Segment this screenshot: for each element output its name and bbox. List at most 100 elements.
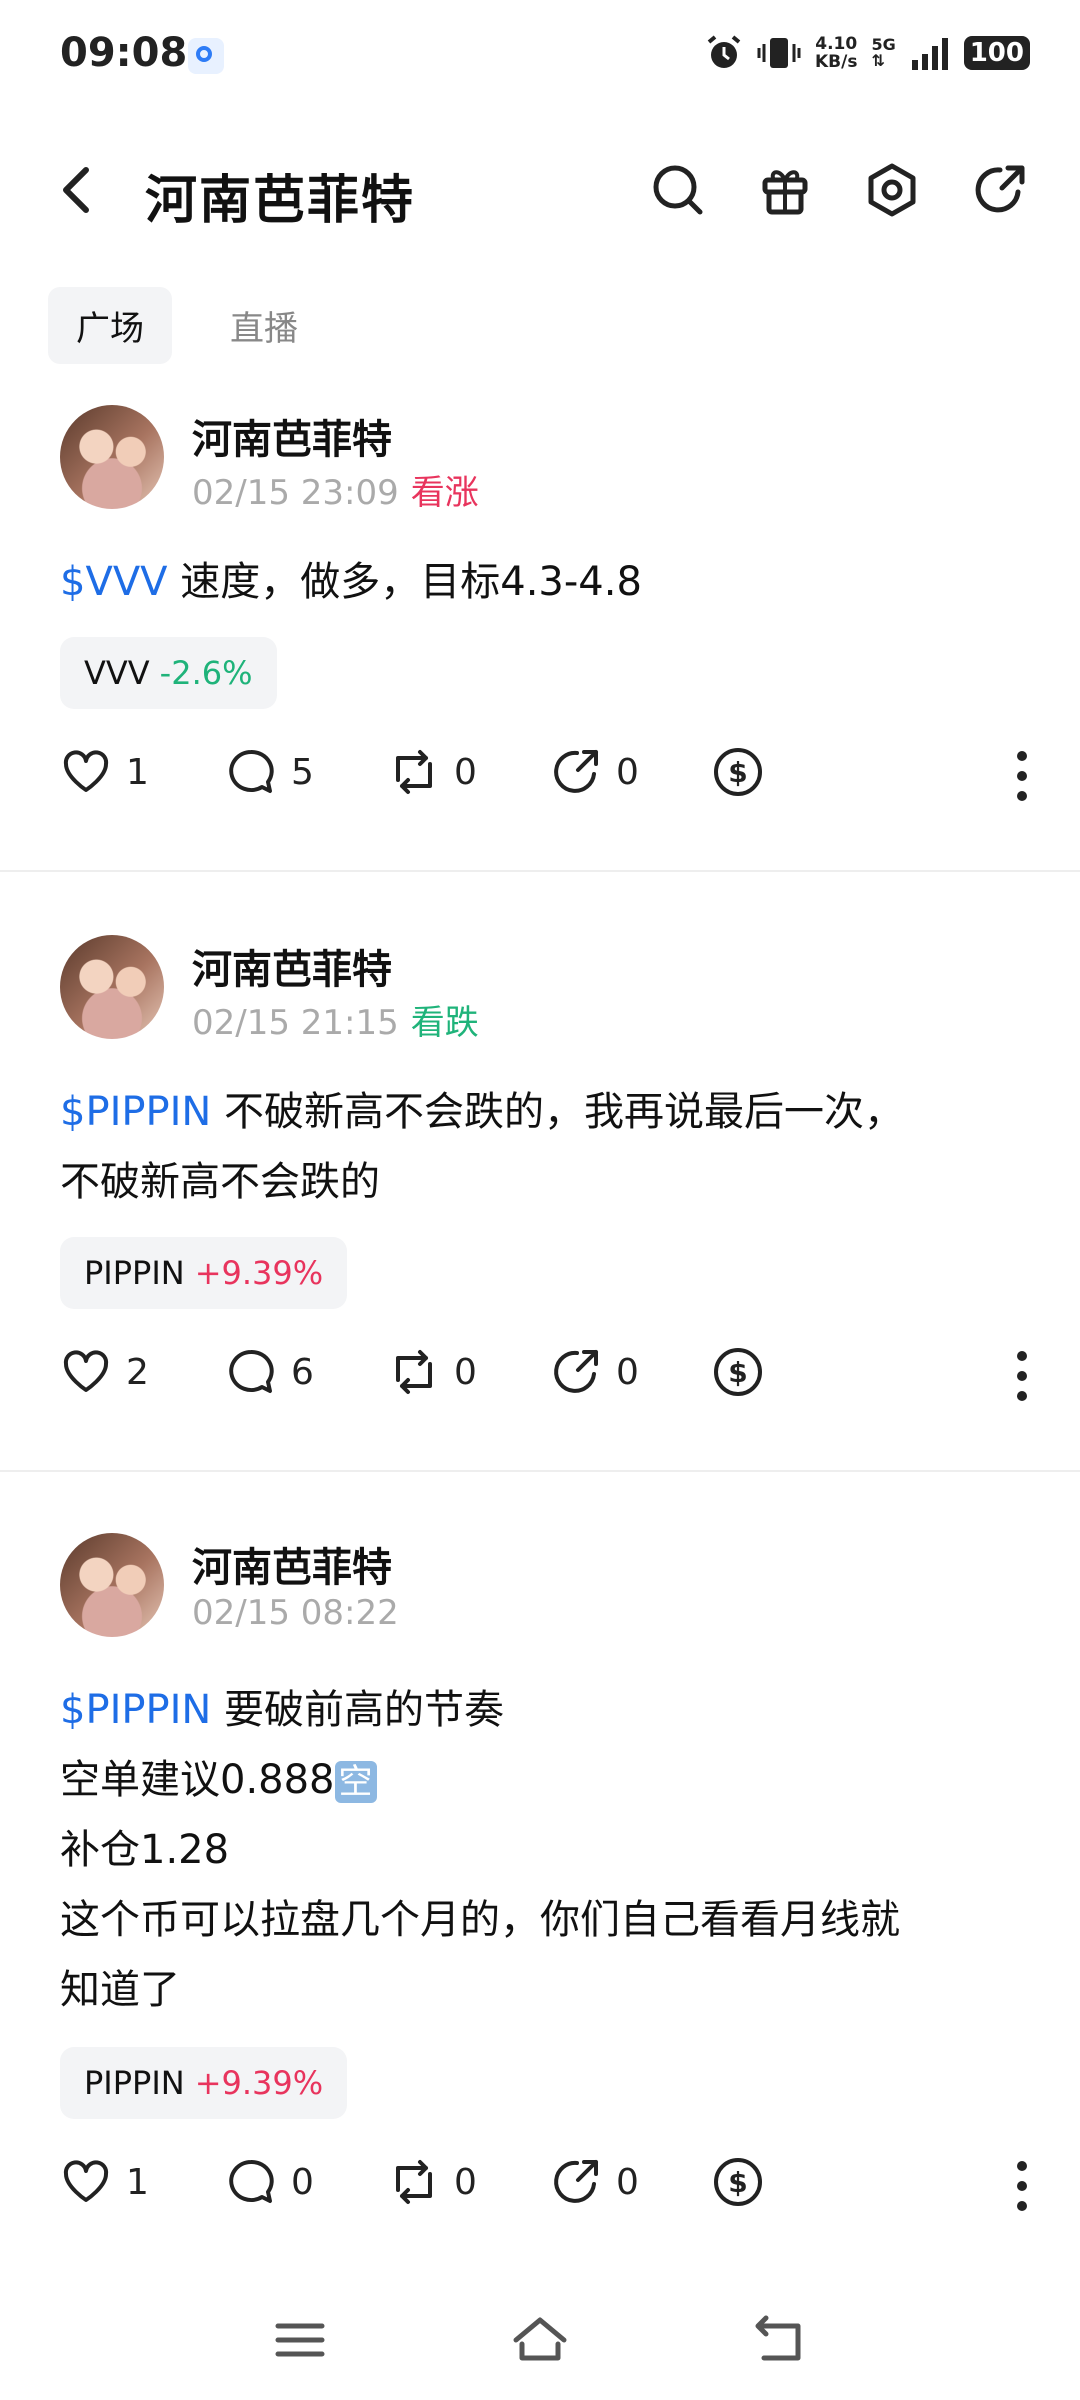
settings-icon[interactable] — [864, 162, 920, 218]
like-button[interactable]: 1 — [60, 746, 149, 798]
comment-button[interactable]: 5 — [225, 746, 314, 798]
coin-chip[interactable]: PIPPIN +9.39% — [60, 2047, 348, 2119]
like-count: 1 — [126, 2161, 149, 2203]
share-button[interactable]: 0 — [550, 2156, 639, 2208]
share-count: 0 — [616, 2161, 639, 2203]
post-username[interactable]: 河南芭菲特 — [192, 407, 392, 465]
ticker-link[interactable]: $PIPPIN — [60, 1089, 211, 1135]
post-username[interactable]: 河南芭菲特 — [192, 1535, 392, 1593]
menu-icon[interactable] — [270, 2310, 330, 2370]
share-count: 0 — [616, 1351, 639, 1393]
heart-icon — [63, 750, 109, 792]
coin-symbol: VVV — [84, 654, 150, 692]
share-button[interactable]: 0 — [550, 746, 639, 798]
repost-count: 0 — [454, 751, 477, 793]
tab-plaza[interactable]: 广场 — [48, 287, 172, 364]
tip-button[interactable]: $ — [712, 2156, 764, 2208]
post-time: 02/15 23:09 — [192, 473, 399, 513]
post-meta: 02/15 23:09 看涨 — [192, 465, 479, 514]
coin-symbol: PIPPIN — [84, 2064, 185, 2102]
post-username[interactable]: 河南芭菲特 — [192, 937, 392, 995]
signal-icon — [911, 38, 948, 70]
repost-button[interactable]: 0 — [388, 1346, 477, 1398]
more-options-icon[interactable] — [1012, 1346, 1032, 1406]
network-type: 5G ⇅ — [871, 37, 895, 69]
sentiment-badge: 看跌 — [410, 1003, 479, 1043]
emoji-kong-icon: 空 — [334, 1761, 377, 1803]
avatar[interactable] — [60, 405, 164, 509]
comment-icon — [229, 749, 274, 793]
more-options-icon[interactable] — [1012, 2156, 1032, 2216]
repost-button[interactable]: 0 — [388, 746, 477, 798]
post-meta: 02/15 21:15 看跌 — [192, 995, 479, 1044]
post-content[interactable]: $PIPPIN 不破新高不会跌的，我再说最后一次， 不破新高不会跌的 — [60, 1077, 1020, 1217]
share-button[interactable]: 0 — [550, 1346, 639, 1398]
divider — [0, 870, 1080, 872]
like-count: 2 — [126, 1351, 149, 1393]
like-button[interactable]: 2 — [60, 1346, 149, 1398]
share-icon[interactable] — [972, 162, 1028, 218]
comment-count: 5 — [291, 751, 314, 793]
status-bar: 09:08 4.10 KB/s 5G ⇅ 100 — [0, 0, 1080, 110]
post-text-line: 空单建议0.888 — [60, 1757, 335, 1803]
dollar-coin-icon: $ — [714, 748, 762, 796]
coin-symbol: PIPPIN — [84, 1254, 185, 1292]
return-icon[interactable] — [750, 2310, 810, 2370]
post-text-line: 速度，做多，目标4.3-4.8 — [167, 559, 642, 605]
divider — [0, 1470, 1080, 1472]
ticker-link[interactable]: $VVV — [60, 559, 168, 605]
post-text-line: 补仓1.28 — [60, 1827, 230, 1873]
app-header: 河南芭菲特 — [0, 140, 1080, 240]
network-speed: 4.10 KB/s — [815, 35, 857, 71]
post-time: 02/15 08:22 — [192, 1593, 399, 1633]
post-text-line: 不破新高不会跌的，我再说最后一次， — [211, 1089, 905, 1135]
coin-change: +9.39% — [194, 2064, 324, 2102]
coin-chip[interactable]: VVV -2.6% — [60, 637, 277, 709]
repost-count: 0 — [454, 1351, 477, 1393]
svg-text:$: $ — [728, 756, 747, 789]
like-button[interactable]: 1 — [60, 2156, 149, 2208]
data-arrows-icon: ⇅ — [871, 51, 885, 70]
home-icon[interactable] — [510, 2310, 570, 2370]
battery-indicator: 100 — [963, 36, 1030, 70]
tip-button[interactable]: $ — [712, 1346, 764, 1398]
dollar-coin-icon: $ — [714, 2158, 762, 2206]
comment-button[interactable]: 0 — [225, 2156, 314, 2208]
back-icon[interactable] — [52, 162, 100, 218]
svg-text:$: $ — [728, 2166, 747, 2199]
avatar[interactable] — [60, 1533, 164, 1637]
app-notification-icon — [188, 38, 224, 74]
repost-count: 0 — [454, 2161, 477, 2203]
more-options-icon[interactable] — [1012, 746, 1032, 806]
tab-live[interactable]: 直播 — [202, 287, 326, 364]
post-time: 02/15 21:15 — [192, 1003, 399, 1043]
post-content[interactable]: $VVV 速度，做多，目标4.3-4.8 — [60, 547, 1020, 617]
svg-text:$: $ — [728, 1356, 747, 1389]
status-indicators: 4.10 KB/s 5G ⇅ 100 — [705, 34, 1030, 72]
repost-icon — [396, 2160, 432, 2204]
system-nav-bar — [0, 2290, 1080, 2390]
share-icon — [554, 1350, 598, 1393]
status-time: 09:08 — [60, 30, 188, 76]
ticker-link[interactable]: $PIPPIN — [60, 1687, 211, 1733]
speed-value: 4.10 — [815, 34, 858, 54]
alarm-icon — [707, 35, 741, 68]
dollar-coin-icon: $ — [714, 1348, 762, 1396]
coin-change: -2.6% — [159, 654, 253, 692]
avatar[interactable] — [60, 935, 164, 1039]
speed-unit: KB/s — [814, 52, 858, 72]
like-count: 1 — [126, 751, 149, 793]
post-actions: 1 0 0 0 $ — [0, 2156, 1080, 2226]
post-content[interactable]: $PIPPIN 要破前高的节奏 空单建议0.888 空 补仓1.28 这个币可以拉… — [60, 1675, 1020, 2025]
heart-icon — [63, 2160, 109, 2202]
tip-button[interactable]: $ — [712, 746, 764, 798]
gift-icon[interactable] — [757, 162, 813, 218]
coin-chip[interactable]: PIPPIN +9.39% — [60, 1237, 348, 1309]
comment-icon — [229, 2159, 274, 2203]
post-text-line: 这个币可以拉盘几个月的，你们自己看看月线就 — [60, 1897, 900, 1943]
share-icon — [554, 2160, 598, 2203]
repost-button[interactable]: 0 — [388, 2156, 477, 2208]
share-icon — [554, 750, 598, 793]
search-icon[interactable] — [650, 162, 706, 218]
comment-button[interactable]: 6 — [225, 1346, 314, 1398]
